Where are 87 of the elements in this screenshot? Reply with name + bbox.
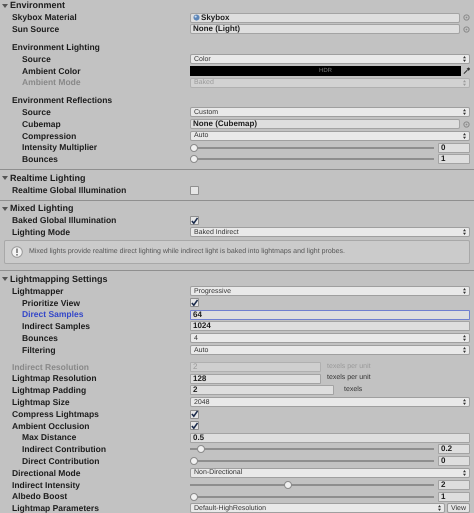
field-label: Indirect Contribution <box>22 445 108 454</box>
checkbox[interactable] <box>190 421 199 430</box>
field-label: Lightmapper <box>12 286 64 296</box>
object-field[interactable]: None (Cubemap) <box>190 119 460 130</box>
slider-track[interactable] <box>190 480 434 490</box>
field-label: Lightmap Padding <box>12 386 88 395</box>
field-label: Bounces <box>22 334 59 342</box>
number-field[interactable]: 1024 <box>190 321 470 332</box>
field-label: Ambient Color <box>22 66 82 76</box>
slider-thumb[interactable] <box>190 457 198 466</box>
slider-track[interactable] <box>190 444 434 454</box>
checkbox[interactable] <box>190 186 199 195</box>
checkbox[interactable] <box>190 298 199 308</box>
section-title[interactable]: Mixed Lighting <box>10 204 74 214</box>
number-field[interactable]: 0.2 <box>438 444 470 454</box>
dropdown-arrows-icon <box>438 505 441 512</box>
slider-thumb[interactable] <box>197 445 206 454</box>
field-label: Indirect Resolution <box>12 362 90 372</box>
expand-triangle-icon[interactable] <box>2 276 8 282</box>
dropdown-arrows-icon <box>463 109 466 116</box>
number-field[interactable]: 128 <box>190 374 321 384</box>
field-label: Lighting Mode <box>12 228 72 237</box>
field-label: Prioritize View <box>22 298 81 308</box>
field-label: Intensity Multiplier <box>22 143 98 152</box>
info-icon <box>11 246 23 258</box>
dropdown-arrows-icon <box>463 347 466 354</box>
field-label: Lightmap Resolution <box>12 374 98 383</box>
field-label: Max Distance <box>22 433 78 442</box>
number-field[interactable]: 0 <box>438 142 470 153</box>
slider-thumb[interactable] <box>190 492 198 501</box>
checkbox[interactable] <box>190 410 199 418</box>
field-label: Ambient Occlusion <box>12 422 90 430</box>
field-label: Ambient Mode <box>22 78 82 87</box>
section-title[interactable]: Lightmapping Settings <box>10 274 108 284</box>
expand-triangle-icon[interactable] <box>2 206 8 212</box>
field-label: Cubemap <box>22 120 62 128</box>
field-label: Environment Lighting <box>12 43 101 52</box>
field-label: Compress Lightmaps <box>12 410 100 418</box>
slider-track[interactable] <box>190 456 434 466</box>
number-field[interactable]: 1 <box>438 492 470 502</box>
number-field[interactable]: 2 <box>190 385 334 396</box>
slider-thumb[interactable] <box>190 155 198 164</box>
field-label: Source <box>22 54 52 64</box>
field-label: Compression <box>22 132 78 140</box>
checkbox[interactable] <box>190 216 199 226</box>
field-label: Indirect Intensity <box>12 480 82 490</box>
field-label: Baked Global Illumination <box>12 216 118 225</box>
field-label: Lightmap Size <box>12 398 71 406</box>
dropdown-arrows-icon <box>463 399 466 406</box>
section-title[interactable]: Environment <box>10 1 66 10</box>
number-field[interactable]: 1 <box>438 154 470 164</box>
field-label: Lightmap Parameters <box>12 504 100 513</box>
dropdown-arrows-icon <box>463 288 466 294</box>
object-field[interactable]: None (Light) <box>190 24 460 34</box>
field-label: Filtering <box>22 346 57 354</box>
field-label: Direct Contribution <box>22 456 100 466</box>
field-label: Direct Samples <box>22 310 84 319</box>
slider-thumb[interactable] <box>190 144 198 152</box>
section-title[interactable]: Realtime Lighting <box>10 174 86 183</box>
field-label: Albedo Boost <box>12 492 68 501</box>
target-icon <box>463 120 470 128</box>
dropdown-arrows-icon <box>463 229 466 236</box>
field-label: Skybox Material <box>12 13 78 22</box>
field-label: Realtime Global Illumination <box>12 186 128 194</box>
expand-triangle-icon[interactable] <box>2 2 8 9</box>
object-field[interactable]: Skybox <box>190 12 460 23</box>
dropdown-arrows-icon <box>463 132 466 139</box>
expand-triangle-icon[interactable] <box>2 175 8 182</box>
field-label: Source <box>22 108 52 117</box>
dropdown-arrows-icon <box>463 335 466 342</box>
eyedropper-icon <box>463 66 470 75</box>
slider-track[interactable] <box>190 142 434 153</box>
dropdown-arrows-icon <box>463 470 466 476</box>
number-field[interactable]: 64 <box>190 310 470 320</box>
dropdown-arrows-icon <box>463 56 466 62</box>
number-field[interactable]: 0 <box>438 456 470 466</box>
slider-track[interactable] <box>190 492 434 502</box>
slider-thumb[interactable] <box>284 480 292 489</box>
number-field[interactable]: 0.5 <box>190 432 470 443</box>
field-label: Sun Source <box>12 25 60 34</box>
slider-track[interactable] <box>190 154 434 164</box>
field-label: Indirect Samples <box>22 322 92 331</box>
number-field[interactable]: 2 <box>438 480 470 490</box>
field-label: Directional Mode <box>12 468 82 478</box>
dropdown-arrows-icon <box>463 80 466 86</box>
field-label: Environment Reflections <box>12 96 114 105</box>
field-label: Bounces <box>22 155 59 164</box>
